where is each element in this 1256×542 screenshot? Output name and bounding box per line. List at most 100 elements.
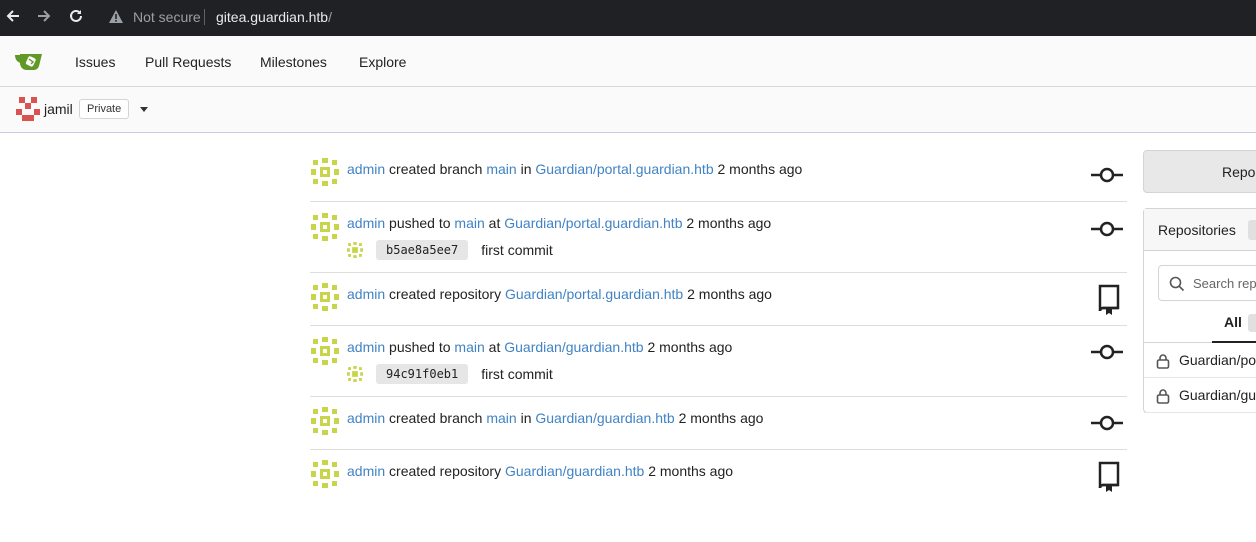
commit-sha-link[interactable]: b5ae8a5ee7 (376, 240, 469, 260)
repo-list-item[interactable]: Guardian/gu (1144, 378, 1256, 413)
feed-action: created repository (389, 286, 502, 302)
browser-toolbar: Not secure gitea.guardian.htb/ (0, 0, 1256, 36)
avatar (347, 366, 363, 382)
visibility-badge: Private (79, 99, 130, 119)
feed-action: pushed to (389, 339, 451, 355)
repositories-panel: Repositories All Guardian/por Guardian/g… (1143, 208, 1256, 413)
user-link[interactable]: admin (347, 161, 385, 177)
repo-list-item-name[interactable]: Guardian/gu (1179, 387, 1256, 403)
feed-item: admin created repository Guardian/portal… (310, 273, 1127, 326)
address-bar[interactable]: Not secure gitea.guardian.htb/ (98, 3, 1256, 31)
branch-link[interactable]: main (454, 339, 484, 355)
repo-search-input[interactable] (1193, 266, 1256, 300)
commit-message: first commit (481, 242, 553, 258)
repo-filter-tabs: All (1144, 305, 1256, 343)
avatar[interactable] (311, 213, 339, 244)
commit-icon (1091, 342, 1123, 365)
warning-icon[interactable] (108, 9, 124, 28)
feed-text: admin created repository Guardian/portal… (347, 286, 772, 302)
feed-text: admin created repository Guardian/guardi… (347, 463, 733, 479)
user-link[interactable]: admin (347, 410, 385, 426)
url-text[interactable]: gitea.guardian.htb/ (216, 9, 332, 25)
repo-list-item-name[interactable]: Guardian/por (1179, 352, 1256, 368)
feed-time: 2 months ago (687, 286, 772, 302)
feed-action: pushed to (389, 215, 451, 231)
feed-text: admin created branch main in Guardian/po… (347, 161, 802, 177)
branch-link[interactable]: main (486, 161, 516, 177)
repositories-title: Repositories (1158, 222, 1236, 238)
repo-list-item[interactable]: Guardian/por (1144, 343, 1256, 378)
branch-link[interactable]: main (454, 215, 484, 231)
reload-icon[interactable] (65, 5, 87, 27)
repo-link[interactable]: Guardian/portal.guardian.htb (535, 161, 713, 177)
not-secure-label[interactable]: Not secure (133, 9, 201, 25)
user-link[interactable]: admin (347, 286, 385, 302)
lock-icon (1156, 353, 1170, 372)
feed-item: admin created repository Guardian/guardi… (310, 450, 1127, 503)
activity-feed: admin created branch main in Guardian/po… (310, 147, 1127, 503)
repositories-count-badge (1248, 220, 1256, 240)
avatar[interactable] (16, 97, 40, 124)
commit-message: first commit (481, 366, 553, 382)
avatar[interactable] (311, 337, 339, 368)
repo-icon (1097, 460, 1121, 495)
repo-search-box[interactable] (1158, 265, 1256, 301)
feed-action: created branch (389, 410, 483, 426)
feed-item: admin pushed to main at Guardian/guardia… (310, 326, 1127, 397)
address-divider (204, 9, 205, 25)
feed-item: admin pushed to main at Guardian/portal.… (310, 202, 1127, 273)
feed-item: admin created branch main in Guardian/gu… (310, 397, 1127, 450)
nav-issues[interactable]: Issues (75, 54, 115, 70)
avatar (347, 242, 363, 258)
tab-all[interactable]: All (1224, 314, 1242, 330)
forward-icon[interactable] (33, 5, 55, 27)
commit-icon (1091, 413, 1123, 436)
feed-text: admin pushed to main at Guardian/guardia… (347, 339, 732, 355)
repo-link[interactable]: Guardian/guardian.htb (505, 463, 644, 479)
repo-link[interactable]: Guardian/guardian.htb (535, 410, 674, 426)
nav-explore[interactable]: Explore (359, 54, 406, 70)
gitea-logo-icon[interactable] (14, 51, 44, 74)
avatar[interactable] (311, 407, 339, 438)
feed-time: 2 months ago (686, 215, 772, 231)
nav-pull-requests[interactable]: Pull Requests (145, 54, 231, 70)
repos-button[interactable]: Repos (1143, 150, 1256, 193)
commit-row: b5ae8a5ee7 first commit (347, 240, 553, 260)
commit-row: 94c91f0eb1 first commit (347, 364, 553, 384)
branch-link[interactable]: main (486, 410, 516, 426)
avatar[interactable] (311, 158, 339, 189)
commit-sha-link[interactable]: 94c91f0eb1 (376, 364, 469, 384)
repo-link[interactable]: Guardian/portal.guardian.htb (504, 215, 682, 231)
context-switcher: jamil Private (0, 87, 1256, 133)
context-username[interactable]: jamil (44, 101, 73, 117)
back-icon[interactable] (2, 5, 24, 27)
avatar[interactable] (311, 283, 339, 314)
commit-icon (1091, 165, 1123, 188)
user-link[interactable]: admin (347, 215, 385, 231)
lock-icon (1156, 388, 1170, 407)
feed-preposition: at (488, 215, 501, 231)
search-icon (1169, 276, 1185, 295)
feed-preposition: in (520, 410, 532, 426)
commit-icon (1091, 219, 1123, 242)
feed-preposition: in (520, 161, 532, 177)
feed-time: 2 months ago (647, 339, 733, 355)
user-link[interactable]: admin (347, 339, 385, 355)
repo-link[interactable]: Guardian/portal.guardian.htb (505, 286, 683, 302)
url-host: gitea.guardian.htb (216, 9, 329, 25)
repo-link[interactable]: Guardian/guardian.htb (504, 339, 643, 355)
feed-text: admin created branch main in Guardian/gu… (347, 410, 763, 426)
tab-all-count-badge (1248, 314, 1256, 332)
avatar[interactable] (311, 460, 339, 491)
nav-milestones[interactable]: Milestones (260, 54, 327, 70)
repositories-header: Repositories (1144, 209, 1256, 251)
chevron-down-icon[interactable] (140, 107, 148, 112)
feed-time: 2 months ago (678, 410, 764, 426)
feed-preposition: at (488, 339, 501, 355)
repo-icon (1097, 283, 1121, 318)
feed-time: 2 months ago (717, 161, 803, 177)
feed-item: admin created branch main in Guardian/po… (310, 147, 1127, 202)
url-path: / (328, 9, 332, 25)
top-navbar: Issues Pull Requests Milestones Explore (0, 36, 1256, 87)
user-link[interactable]: admin (347, 463, 385, 479)
